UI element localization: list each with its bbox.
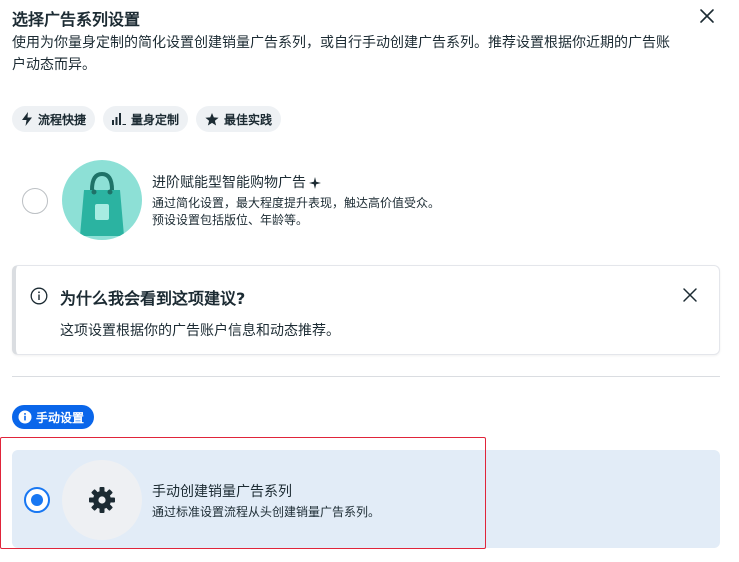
- info-icon: [30, 287, 48, 305]
- manual-setup-label: 手动设置: [36, 410, 85, 425]
- recommendation-info-box: 为什么我会看到这项建议? 这项设置根据你的广告账户信息和动态推荐。: [12, 265, 720, 355]
- advantage-shopping-desc: 通过简化设置，最大程度提升表现，触达高价值受众。 预设设置包括版位、年龄等。: [152, 196, 441, 227]
- dialog-subtitle: 使用为你量身定制的简化设置创建销量广告系列，或自行手动创建广告系列。推荐设置根据…: [12, 35, 670, 73]
- manual-sales-title: 手动创建销量广告系列: [152, 484, 292, 500]
- tag-label: 量身定制: [131, 112, 180, 127]
- star-icon: [205, 112, 219, 125]
- advantage-shopping-title: 进阶赋能型智能购物广告: [152, 172, 321, 192]
- tag-fast-flow: 流程快捷: [12, 106, 96, 132]
- advantage-shopping-option[interactable]: 进阶赋能型智能购物广告 通过简化设置，最大程度提升表现，触达高价值受众。 预设设…: [12, 154, 720, 248]
- shopping-bag-icon: [80, 171, 124, 236]
- close-icon[interactable]: [681, 286, 699, 304]
- tag-tailored: 量身定制: [103, 106, 189, 132]
- manual-sales-desc: 通过标准设置流程从头创建销量广告系列。: [152, 505, 381, 519]
- bar-chart-icon: [112, 113, 127, 125]
- lightning-icon: [22, 112, 32, 126]
- manual-sales-option[interactable]: 手动创建销量广告系列 通过标准设置流程从头创建销量广告系列。: [12, 450, 720, 548]
- tag-best-practice: 最佳实践: [196, 106, 282, 132]
- divider: [12, 376, 720, 377]
- dialog-title: 选择广告系列设置: [12, 10, 141, 29]
- info-title: 为什么我会看到这项建议?: [60, 289, 246, 308]
- campaign-setup-dialog: 选择广告系列设置 使用为你量身定制的简化设置创建销量广告系列，或自行手动创建广告…: [0, 0, 739, 562]
- close-icon[interactable]: [697, 6, 717, 26]
- tag-label: 流程快捷: [38, 112, 87, 127]
- feature-tags: 流程快捷 量身定制 最佳实践: [12, 106, 282, 132]
- manual-setup-badge: 手动设置: [12, 405, 95, 429]
- gear-illustration: [62, 460, 142, 540]
- gear-icon: [89, 487, 115, 513]
- tag-label: 最佳实践: [224, 112, 273, 127]
- manual-sales-radio[interactable]: [24, 487, 50, 513]
- sparkle-icon: [309, 177, 321, 189]
- info-filled-icon: [18, 410, 32, 424]
- shopping-bag-illustration: [62, 160, 142, 240]
- advantage-shopping-radio[interactable]: [22, 188, 48, 214]
- info-text: 这项设置根据你的广告账户信息和动态推荐。: [60, 323, 340, 339]
